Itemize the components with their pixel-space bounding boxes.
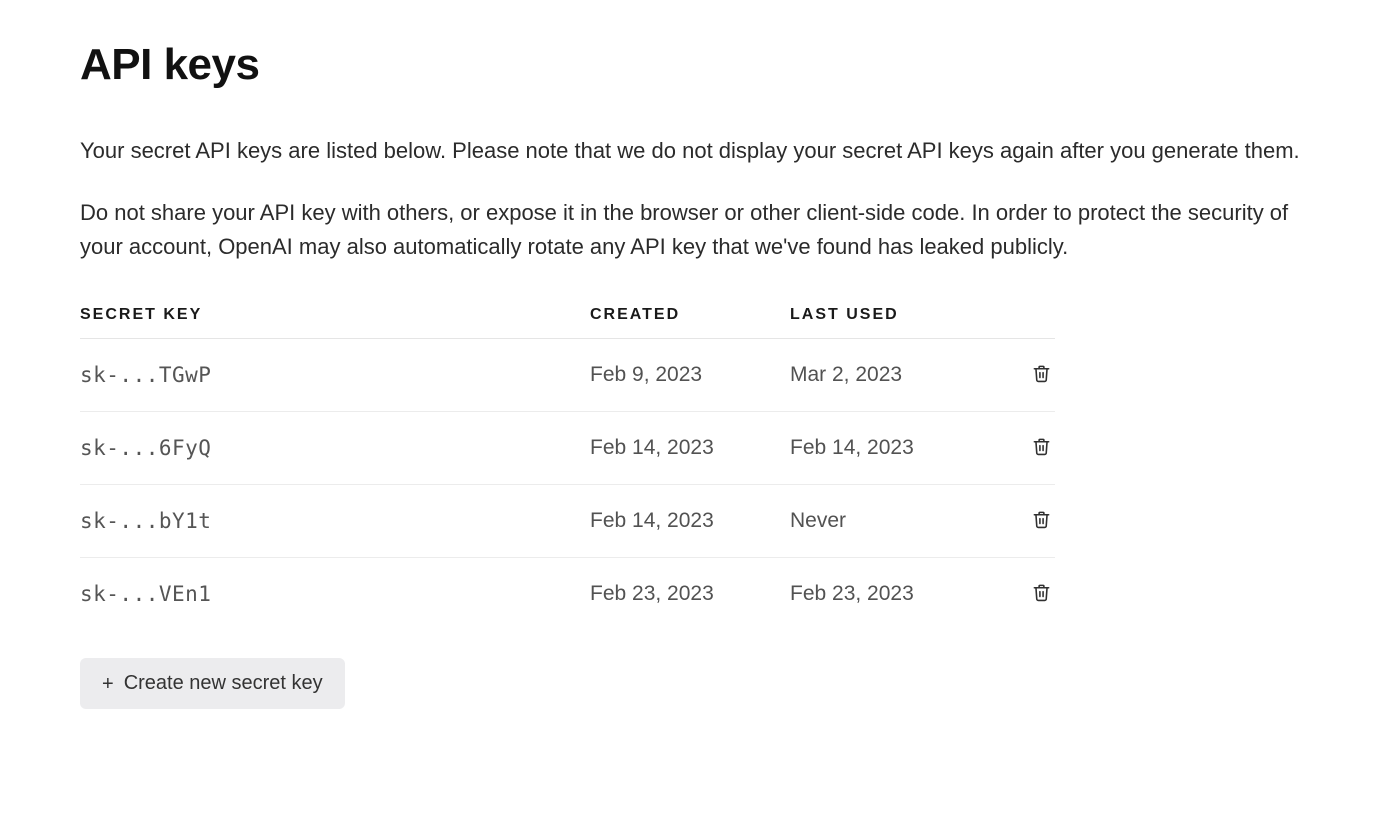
api-keys-table: SECRET KEY CREATED LAST USED sk-...TGwP …: [80, 294, 1055, 630]
delete-key-button[interactable]: [1028, 578, 1055, 610]
column-header-secret-key: SECRET KEY: [80, 294, 590, 339]
created-value: Feb 14, 2023: [590, 485, 790, 558]
created-value: Feb 14, 2023: [590, 412, 790, 485]
table-row: sk-...6FyQ Feb 14, 2023 Feb 14, 2023: [80, 412, 1055, 485]
trash-icon: [1032, 582, 1051, 606]
table-row: sk-...bY1t Feb 14, 2023 Never: [80, 485, 1055, 558]
column-header-actions: [1005, 294, 1055, 339]
description-paragraph-1: Your secret API keys are listed below. P…: [80, 134, 1320, 168]
last-used-value: Feb 14, 2023: [790, 412, 1005, 485]
description-paragraph-2: Do not share your API key with others, o…: [80, 196, 1320, 264]
trash-icon: [1032, 363, 1051, 387]
trash-icon: [1032, 509, 1051, 533]
created-value: Feb 9, 2023: [590, 339, 790, 412]
secret-key-value: sk-...TGwP: [80, 363, 211, 387]
last-used-value: Mar 2, 2023: [790, 339, 1005, 412]
created-value: Feb 23, 2023: [590, 558, 790, 631]
secret-key-value: sk-...VEn1: [80, 582, 211, 606]
secret-key-value: sk-...bY1t: [80, 509, 211, 533]
delete-key-button[interactable]: [1028, 505, 1055, 537]
create-secret-key-button[interactable]: + Create new secret key: [80, 658, 345, 709]
column-header-last-used: LAST USED: [790, 294, 1005, 339]
table-row: sk-...VEn1 Feb 23, 2023 Feb 23, 2023: [80, 558, 1055, 631]
page-title: API keys: [80, 40, 1320, 90]
create-button-label: Create new secret key: [124, 672, 323, 695]
secret-key-value: sk-...6FyQ: [80, 436, 211, 460]
trash-icon: [1032, 436, 1051, 460]
column-header-created: CREATED: [590, 294, 790, 339]
plus-icon: +: [102, 674, 114, 694]
table-row: sk-...TGwP Feb 9, 2023 Mar 2, 2023: [80, 339, 1055, 412]
delete-key-button[interactable]: [1028, 432, 1055, 464]
delete-key-button[interactable]: [1028, 359, 1055, 391]
last-used-value: Feb 23, 2023: [790, 558, 1005, 631]
last-used-value: Never: [790, 485, 1005, 558]
